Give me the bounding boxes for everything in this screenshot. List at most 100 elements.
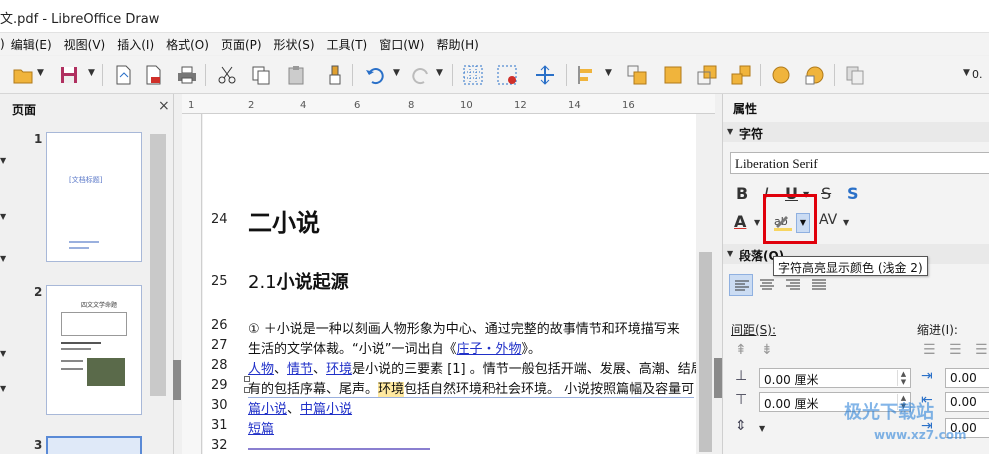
vertical-ruler[interactable] <box>182 114 202 454</box>
document-scrollbar[interactable] <box>697 114 714 454</box>
clone-formatting-icon[interactable] <box>324 64 346 86</box>
link[interactable]: 人物 <box>248 362 274 377</box>
window-title: 文.pdf - LibreOffice Draw <box>0 12 160 27</box>
scrollbar-thumb[interactable] <box>699 252 712 452</box>
redo-dropdown-icon[interactable]: ▼ <box>436 68 443 78</box>
menu-format[interactable]: 格式(O) <box>166 36 209 53</box>
thumb-line <box>61 342 101 344</box>
pages-pane-collapse-handle[interactable] <box>173 360 181 400</box>
cut-icon[interactable] <box>216 64 238 86</box>
body-line: ① ＋小说是一种以刻画人物形象为中心、通过完整的故事情节和环境描写来 <box>248 322 680 337</box>
paste-icon[interactable] <box>286 64 308 86</box>
align-left-button[interactable] <box>729 274 753 296</box>
align-objects-icon[interactable] <box>576 64 598 86</box>
line-number: 27 <box>211 338 228 353</box>
print-icon[interactable] <box>176 64 198 86</box>
line-spacing-icon[interactable]: ⇕ <box>735 418 747 434</box>
decrease-spacing-icon[interactable]: ⇟ <box>761 342 773 358</box>
justify-button[interactable] <box>807 274 831 296</box>
selection-handle[interactable] <box>489 387 495 393</box>
close-icon[interactable]: × <box>158 98 170 114</box>
toolbar-separator <box>352 64 353 86</box>
chevron-down-icon: ▼ <box>0 384 7 393</box>
menu-tools[interactable]: 工具(T) <box>327 36 368 53</box>
align-right-button[interactable] <box>781 274 805 296</box>
snap-icon[interactable] <box>534 64 556 86</box>
sidebar-collapse-handle[interactable] <box>714 358 722 398</box>
link[interactable]: 篇小说 <box>248 402 287 417</box>
menu-view[interactable]: 视图(V) <box>64 36 106 53</box>
undo-dropdown-icon[interactable]: ▼ <box>393 68 400 78</box>
menu-page[interactable]: 页面(P) <box>221 36 262 53</box>
body-text: 、 <box>274 362 288 377</box>
page-thumbnail-1[interactable]: [文档标题] <box>46 132 142 262</box>
undo-icon[interactable] <box>364 64 386 86</box>
above-paragraph-spacing-field[interactable]: 0.00 厘米 ▲ ▼ <box>759 368 911 388</box>
link[interactable]: 短篇 <box>248 422 274 437</box>
open-dropdown-icon[interactable]: ▼ <box>37 68 44 78</box>
pages-pane: 页面 × 1 [文档标题] 2 四文文学命题 3 ▼ ▼ ▼ ▼ ▼ <box>0 94 174 454</box>
selection-handle[interactable] <box>244 387 250 393</box>
export-pdf-icon[interactable] <box>142 64 164 86</box>
font-name-combobox[interactable]: Liberation Serif <box>730 152 989 174</box>
save-icon[interactable] <box>58 64 80 86</box>
selection-handle[interactable] <box>244 376 250 382</box>
line-spacing-dropdown-icon[interactable]: ▼ <box>759 424 765 433</box>
document-canvas[interactable]: 24 二小说 25 2.1小说起源 26 ① ＋小说是一种以刻画人物形象为中心、… <box>203 114 696 454</box>
body-text: 有的包括序幕、尾声。 <box>248 382 379 397</box>
redo-icon[interactable] <box>410 64 432 86</box>
increase-indent-icon[interactable]: ☰ <box>923 342 936 358</box>
copy-icon[interactable] <box>250 64 272 86</box>
toolbar-separator <box>834 64 835 86</box>
thumb-table <box>61 312 127 336</box>
strikethrough-button[interactable]: S <box>821 184 831 203</box>
align-dropdown-icon[interactable]: ▼ <box>605 68 612 78</box>
link[interactable]: 庄子・外物 <box>456 342 521 357</box>
menu-help[interactable]: 帮助(H) <box>436 36 478 53</box>
helplines-icon[interactable] <box>496 64 518 86</box>
below-spacing-icon: ⊤ <box>735 392 748 408</box>
spacing-dropdown-icon[interactable]: ▼ <box>843 218 849 227</box>
menu-window[interactable]: 窗口(W) <box>379 36 424 53</box>
thumb-line <box>61 348 91 350</box>
grid-icon[interactable] <box>462 64 484 86</box>
decrease-indent-icon[interactable]: ☰ <box>949 342 962 358</box>
menu-shape[interactable]: 形状(S) <box>274 36 315 53</box>
forward-one-icon[interactable] <box>662 64 684 86</box>
send-back-icon[interactable] <box>730 64 752 86</box>
link[interactable]: 中篇小说 <box>300 402 352 417</box>
increase-spacing-icon[interactable]: ⇞ <box>735 342 747 358</box>
horizontal-ruler[interactable]: 1 2 4 6 8 10 12 14 16 <box>182 94 715 114</box>
standard-toolbar: ▼ ▼ ▼ ▼ ▼ ▼ 0. <box>0 56 989 140</box>
open-folder-icon[interactable] <box>12 64 34 86</box>
font-size-dropdown-icon[interactable]: ▼ <box>963 68 970 78</box>
page-number: 2 <box>34 285 43 299</box>
pages-scrollbar[interactable] <box>150 134 166 396</box>
bold-button[interactable]: B <box>736 184 748 203</box>
backward-one-icon[interactable] <box>696 64 718 86</box>
character-spacing-button[interactable]: AV <box>819 212 837 228</box>
spin-buttons-icon[interactable]: ▲ ▼ <box>897 370 909 386</box>
font-color-button[interactable]: A <box>734 212 746 231</box>
page-thumbnail-3[interactable] <box>46 436 142 454</box>
hanging-indent-icon[interactable]: ☰ <box>975 342 988 358</box>
shape-ellipse-icon[interactable] <box>804 64 826 86</box>
shadow-button[interactable]: S <box>847 184 859 203</box>
font-color-dropdown-icon[interactable]: ▼ <box>754 218 760 227</box>
menu-edit[interactable]: 编辑(E) <box>11 36 52 53</box>
export-icon[interactable] <box>112 64 134 86</box>
spacing-label: 间距(S): <box>731 323 777 337</box>
align-center-button[interactable] <box>755 274 779 296</box>
link[interactable]: 环境 <box>326 362 352 377</box>
character-section-header[interactable]: ▼ 字符 <box>723 122 989 142</box>
link[interactable]: 情节 <box>287 362 313 377</box>
ruler-tick: 10 <box>460 100 473 111</box>
page-thumbnail-2[interactable]: 四文文学命题 <box>46 285 142 415</box>
save-dropdown-icon[interactable]: ▼ <box>88 68 95 78</box>
after-text-indent-field[interactable]: 0.00 <box>945 392 989 412</box>
before-text-indent-field[interactable]: 0.00 <box>945 368 989 388</box>
menu-insert[interactable]: 插入(I) <box>117 36 154 53</box>
duplicate-icon[interactable] <box>844 64 866 86</box>
ellipse-icon[interactable] <box>770 64 792 86</box>
bring-front-icon[interactable] <box>626 64 648 86</box>
